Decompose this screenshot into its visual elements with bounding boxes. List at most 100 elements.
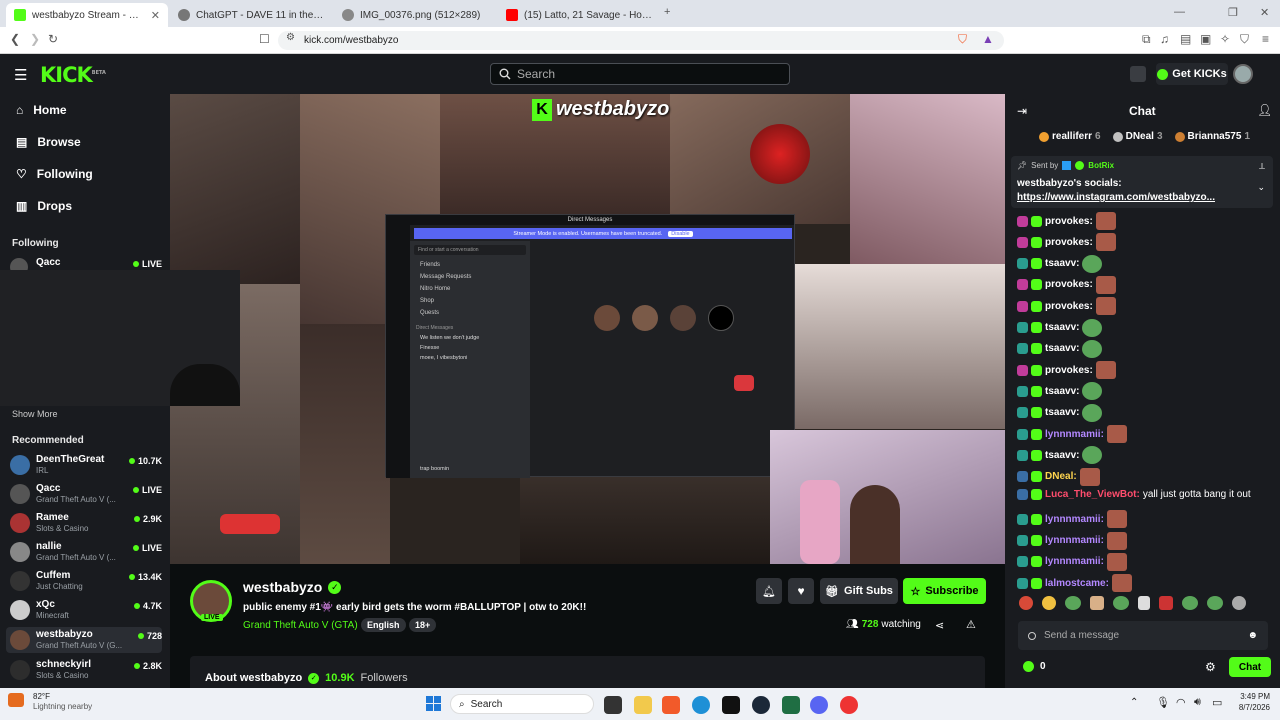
leo-icon[interactable]: ✧ bbox=[1220, 32, 1230, 46]
forward-icon[interactable]: ❯ bbox=[30, 32, 40, 46]
close-tab-icon[interactable]: ✕ bbox=[151, 9, 160, 22]
app-icon[interactable] bbox=[722, 696, 740, 714]
tag-age[interactable]: 18+ bbox=[409, 618, 437, 632]
battery-icon[interactable]: ▭ bbox=[1212, 696, 1222, 709]
chat-username[interactable]: tsaavv: bbox=[1045, 386, 1079, 397]
task-view-icon[interactable] bbox=[604, 696, 622, 714]
tab-westbabyzo[interactable]: westbabyzo Stream - Watch t ✕ bbox=[6, 3, 168, 27]
emote-icon[interactable] bbox=[1232, 596, 1246, 610]
volume-icon[interactable]: 🔊︎ bbox=[1194, 696, 1201, 709]
chat-username[interactable]: provokes: bbox=[1045, 365, 1093, 376]
emote-icon[interactable] bbox=[1065, 596, 1081, 610]
video-player[interactable]: K westbabyzo Direct Messages Streamer Mo… bbox=[170, 94, 1005, 564]
unpin-icon[interactable]: ⟂ bbox=[1259, 161, 1265, 172]
clock-date[interactable]: 8/7/2026 bbox=[1232, 703, 1270, 712]
chat-settings-gear-icon[interactable]: ⚙ bbox=[1205, 660, 1216, 674]
dm-search[interactable]: Find or start a conversation bbox=[414, 245, 526, 255]
chat-username[interactable]: tsaavv: bbox=[1045, 407, 1079, 418]
recommended-channel[interactable]: nallie Grand Theft Auto V (... LIVE bbox=[10, 539, 162, 565]
chat-users-icon[interactable]: 👤︎ bbox=[1257, 103, 1272, 117]
dm-item[interactable]: We listen we don't judge bbox=[410, 333, 530, 343]
stream-category[interactable]: Grand Theft Auto V (GTA) bbox=[243, 620, 358, 631]
recommended-channel[interactable]: Qacc Grand Theft Auto V (... LIVE bbox=[10, 481, 162, 507]
vpn-icon[interactable]: ⛉ bbox=[1240, 32, 1249, 47]
dm-menu-item[interactable]: Nitro Home bbox=[410, 283, 530, 295]
recommended-channel[interactable]: Cuffem Just Chatting 13.4K bbox=[10, 568, 162, 594]
tab-youtube[interactable]: (15) Latto, 21 Savage - Hostage (Lyric bbox=[498, 3, 660, 27]
chat-username[interactable]: lalmostcame: bbox=[1045, 578, 1109, 589]
dm-menu-item[interactable]: Message Requests bbox=[410, 271, 530, 283]
emote-icon[interactable] bbox=[1113, 596, 1129, 610]
emote-icon[interactable] bbox=[1159, 596, 1173, 610]
kick-logo[interactable]: KICKBETA bbox=[40, 63, 106, 87]
subscribe-button[interactable]: ☆ Subscribe bbox=[903, 578, 986, 604]
microphone-icon[interactable]: 🎙︎ bbox=[1156, 696, 1170, 709]
app-icon[interactable] bbox=[782, 696, 800, 714]
user-avatar[interactable] bbox=[1233, 64, 1253, 84]
dm-item[interactable]: moee, I vibesbytoni bbox=[410, 353, 530, 363]
media-icon[interactable]: ♫ bbox=[1160, 32, 1169, 46]
chat-username[interactable]: provokes: bbox=[1045, 237, 1093, 248]
dm-menu-item[interactable]: Quests bbox=[410, 307, 530, 319]
chat-username[interactable]: lynnnmamii: bbox=[1045, 429, 1104, 440]
search-input[interactable]: Search bbox=[490, 63, 790, 85]
back-icon[interactable]: ❮ bbox=[10, 32, 20, 46]
dm-menu-item[interactable]: Shop bbox=[410, 295, 530, 307]
send-chat-button[interactable]: Chat bbox=[1229, 657, 1271, 677]
wifi-icon[interactable]: ◠ bbox=[1176, 696, 1186, 709]
menu-icon[interactable]: ≡ bbox=[1262, 32, 1269, 46]
streamer-name[interactable]: westbabyzo bbox=[243, 579, 322, 595]
chat-username[interactable]: lynnnmamii: bbox=[1045, 535, 1104, 546]
chat-username[interactable]: tsaavv: bbox=[1045, 343, 1079, 354]
weather-temp[interactable]: 82°F bbox=[33, 692, 50, 701]
file-explorer-icon[interactable] bbox=[634, 696, 652, 714]
wallet-button-icon[interactable] bbox=[1130, 66, 1146, 82]
weather-icon[interactable] bbox=[8, 693, 24, 707]
recommended-channel[interactable]: schneckyirl Slots & Casino 2.8K bbox=[10, 657, 162, 683]
sidebar-item-browse[interactable]: ▤ Browse bbox=[16, 135, 81, 149]
sidebar-item-drops[interactable]: ▥ Drops bbox=[16, 199, 72, 213]
emote-icon[interactable] bbox=[1182, 596, 1198, 610]
emote-icon[interactable] bbox=[1042, 596, 1056, 610]
show-more-link[interactable]: Show More bbox=[12, 409, 58, 419]
site-info-icon[interactable]: ⚙ bbox=[286, 32, 295, 43]
brave-browser-icon[interactable] bbox=[662, 696, 680, 714]
sidebar-item-home[interactable]: ⌂ Home bbox=[16, 103, 67, 117]
dm-item[interactable]: trap boomin bbox=[410, 464, 459, 474]
expand-chevron-icon[interactable]: ⌄ bbox=[1257, 182, 1265, 193]
chat-username[interactable]: tsaavv: bbox=[1045, 322, 1079, 333]
recommended-channel-active[interactable]: westbabyzo Grand Theft Auto V (G... 728 bbox=[6, 627, 162, 653]
chat-username[interactable]: tsaavv: bbox=[1045, 450, 1079, 461]
edge-icon[interactable] bbox=[692, 696, 710, 714]
chat-username[interactable]: provokes: bbox=[1045, 279, 1093, 290]
tag-language[interactable]: English bbox=[361, 618, 406, 632]
chat-username[interactable]: provokes: bbox=[1045, 301, 1093, 312]
chat-input[interactable]: Send a message ☻ bbox=[1018, 621, 1268, 650]
brave-rewards-icon[interactable]: ▲ bbox=[982, 32, 994, 46]
maximize-icon[interactable]: ❐ bbox=[1228, 6, 1238, 19]
follow-heart-icon[interactable]: ♥ bbox=[788, 578, 814, 604]
chat-username[interactable]: tsaavv: bbox=[1045, 258, 1079, 269]
close-window-icon[interactable]: ✕ bbox=[1260, 6, 1269, 19]
notification-bell-icon[interactable]: 🔔︎ bbox=[756, 578, 782, 604]
end-call-icon[interactable] bbox=[734, 375, 754, 391]
dm-menu-item[interactable]: Friends bbox=[410, 259, 530, 271]
reload-icon[interactable]: ↻ bbox=[48, 32, 58, 46]
sidebar-item-following[interactable]: ♡ Following bbox=[16, 167, 93, 181]
url-field[interactable]: kick.com/westbabyzo bbox=[278, 31, 1004, 50]
report-icon[interactable]: ⚠ bbox=[966, 618, 976, 631]
extensions-icon[interactable]: ⧉ bbox=[1142, 32, 1151, 47]
taskbar-search[interactable]: ⌕ Search bbox=[450, 694, 594, 714]
tray-chevron-icon[interactable]: ⌃ bbox=[1130, 697, 1138, 708]
emote-icon[interactable] bbox=[1138, 596, 1150, 610]
new-tab-icon[interactable]: + bbox=[664, 6, 670, 18]
emote-icon[interactable] bbox=[1019, 596, 1033, 610]
emote-icon[interactable] bbox=[1207, 596, 1223, 610]
kicks-balance[interactable]: 0 bbox=[1023, 661, 1046, 672]
chat-username[interactable]: DNeal: bbox=[1045, 471, 1077, 482]
clock-time[interactable]: 3:49 PM bbox=[1232, 692, 1270, 701]
brave-shield-icon[interactable]: ⛉ bbox=[958, 32, 967, 47]
bookmark-icon[interactable]: ☐ bbox=[259, 32, 270, 46]
steam-icon[interactable] bbox=[752, 696, 770, 714]
gift-subs-button[interactable]: 🎁︎ Gift Subs bbox=[820, 578, 898, 604]
